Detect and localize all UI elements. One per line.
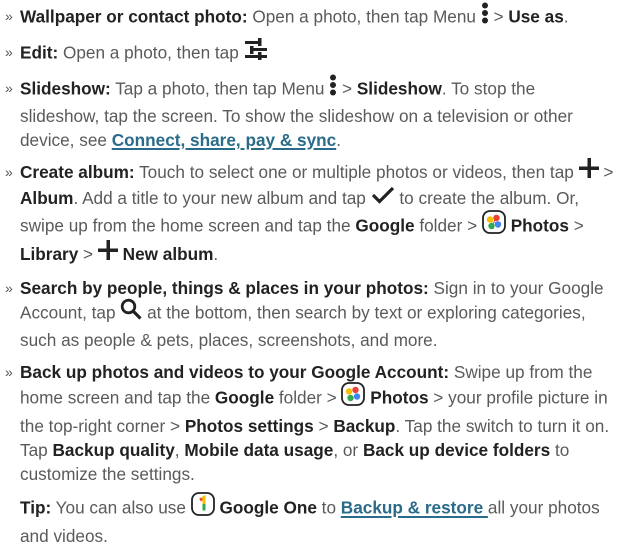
bold-term: Photos bbox=[370, 387, 429, 408]
bold-term: Photos bbox=[510, 215, 569, 236]
bold-term: Google bbox=[355, 215, 415, 236]
bullet: » bbox=[5, 164, 13, 180]
item-text: > bbox=[313, 416, 334, 437]
item-text: . bbox=[336, 130, 341, 150]
item-text: Touch to select one or multiple photos o… bbox=[134, 162, 579, 182]
item-text: > bbox=[488, 6, 509, 27]
google-photos-icon bbox=[341, 382, 366, 412]
plus-icon bbox=[578, 158, 599, 184]
item-title: Create album: bbox=[20, 162, 135, 182]
bold-term: Slideshow bbox=[356, 78, 442, 99]
item-text: > bbox=[598, 162, 614, 182]
item-text: > bbox=[78, 243, 98, 264]
plus-icon bbox=[97, 240, 118, 266]
bold-term: Backup quality bbox=[52, 440, 175, 461]
link-connect-share[interactable]: Connect, share, pay & sync bbox=[112, 130, 336, 150]
bullet: » bbox=[5, 364, 13, 381]
bullet: » bbox=[5, 44, 13, 60]
list-item-slideshow: » Slideshow: Tap a photo, then tap Menu … bbox=[0, 74, 617, 152]
bullet: » bbox=[5, 8, 13, 24]
link-backup-restore[interactable]: Backup & restore bbox=[341, 498, 488, 518]
more-vert-icon bbox=[481, 2, 489, 30]
item-text: > bbox=[568, 215, 584, 236]
bullet: » bbox=[5, 80, 13, 96]
item-title: Wallpaper or contact photo: bbox=[20, 6, 248, 27]
item-text: Tap a photo, then tap Menu bbox=[110, 78, 330, 99]
bold-term: Use as bbox=[508, 6, 564, 27]
bold-term: Back up device folders bbox=[362, 440, 551, 461]
item-title: Back up photos and videos to your Google… bbox=[20, 362, 450, 383]
bold-term: Mobile data usage bbox=[184, 440, 334, 461]
bold-term: Backup bbox=[333, 416, 396, 437]
item-text: Open a photo, then tap bbox=[58, 42, 244, 63]
list-item-edit: » Edit: Open a photo, then tap bbox=[0, 38, 617, 68]
bullet: » bbox=[5, 280, 13, 297]
item-text: > bbox=[337, 78, 357, 99]
more-vert-icon bbox=[329, 74, 337, 102]
item-text: Open a photo, then tap Menu bbox=[247, 6, 481, 27]
bold-term: Photos settings bbox=[184, 416, 314, 437]
bold-term: Album bbox=[20, 188, 74, 209]
item-title: Edit: bbox=[20, 42, 59, 63]
item-title: Search by people, things & places in you… bbox=[20, 278, 429, 299]
item-text: folder > bbox=[274, 387, 342, 408]
bold-term: Google bbox=[214, 387, 275, 408]
list-item-backup: » Back up photos and videos to your Goog… bbox=[0, 360, 617, 486]
tune-icon bbox=[244, 38, 268, 66]
item-title: Slideshow: bbox=[20, 78, 111, 99]
item-text: . bbox=[563, 6, 569, 27]
checkmark-icon bbox=[371, 186, 395, 210]
google-one-icon bbox=[190, 492, 215, 522]
item-text: , bbox=[174, 440, 185, 461]
item-text: . bbox=[213, 243, 219, 264]
list-item-create-album: » Create album: Touch to select one or m… bbox=[0, 158, 617, 268]
tip-label: Tip: bbox=[20, 497, 52, 518]
item-text: folder > bbox=[414, 215, 482, 236]
item-text: , or bbox=[333, 440, 363, 461]
magnifier-icon bbox=[120, 298, 142, 326]
tip-text: to bbox=[316, 497, 341, 518]
bold-term: Library bbox=[20, 243, 79, 264]
bold-term: New album bbox=[122, 243, 214, 264]
google-photos-icon bbox=[482, 210, 506, 240]
list-item-search: » Search by people, things & places in y… bbox=[0, 276, 617, 352]
tip-note: Tip: You can also use Google One to Back… bbox=[0, 492, 617, 548]
tip-text: You can also use bbox=[51, 497, 191, 518]
bold-term: Google One bbox=[219, 497, 317, 518]
item-text: . Add a title to your new album and tap bbox=[73, 188, 371, 209]
document-page: » Wallpaper or contact photo: Open a pho… bbox=[0, 0, 617, 548]
list-item-wallpaper: » Wallpaper or contact photo: Open a pho… bbox=[0, 2, 617, 32]
